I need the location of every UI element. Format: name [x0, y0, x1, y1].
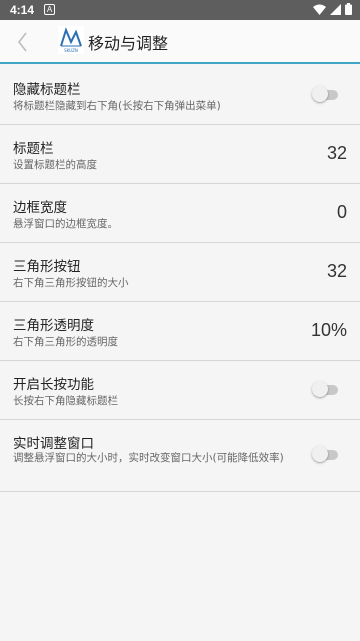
page-title: 移动与调整	[88, 34, 169, 53]
setting-title: 三角形透明度	[13, 318, 94, 334]
setting-value: 32	[326, 143, 347, 163]
setting-title: 标题栏	[13, 141, 54, 157]
setting-value: 0	[336, 202, 347, 222]
app-logo-icon: SKUZN	[58, 26, 84, 54]
status-time: 4:14	[10, 3, 35, 17]
battery-icon	[345, 3, 352, 15]
setting-subtitle: 将标题栏隐藏到右下角(长按右下角弹出菜单)	[13, 100, 221, 112]
status-bar: 4:14 A	[0, 0, 360, 20]
long-press-toggle[interactable]	[312, 381, 340, 397]
setting-value: 10%	[310, 320, 347, 340]
setting-subtitle: 悬浮窗口的边框宽度。	[13, 218, 118, 230]
setting-title: 开启长按功能	[13, 377, 94, 393]
status-icons	[313, 3, 352, 15]
signal-icon	[330, 3, 341, 15]
app-bar: SKUZN 移动与调整	[0, 20, 360, 64]
setting-title: 实时调整窗口	[13, 436, 94, 452]
setting-subtitle: 设置标题栏的高度	[13, 159, 97, 171]
setting-value: 32	[326, 261, 347, 281]
setting-long-press[interactable]: 开启长按功能 长按右下角隐藏标题栏	[0, 361, 360, 420]
setting-title: 隐藏标题栏	[13, 82, 81, 98]
setting-realtime-resize[interactable]: 实时调整窗口 调整悬浮窗口的大小时，实时改变窗口大小(可能降低效率)	[0, 420, 360, 492]
setting-titlebar-height[interactable]: 标题栏 设置标题栏的高度 32	[0, 125, 360, 184]
setting-title: 三角形按钮	[13, 259, 81, 275]
realtime-resize-toggle[interactable]	[312, 446, 340, 462]
settings-list: 隐藏标题栏 将标题栏隐藏到右下角(长按右下角弹出菜单) 标题栏 设置标题栏的高度…	[0, 66, 360, 492]
setting-border-width[interactable]: 边框宽度 悬浮窗口的边框宽度。 0	[0, 184, 360, 243]
logo-text: SKUZN	[64, 48, 78, 53]
setting-subtitle: 调整悬浮窗口的大小时，实时改变窗口大小(可能降低效率)	[13, 452, 284, 464]
wifi-icon	[313, 4, 326, 15]
setting-hide-titlebar[interactable]: 隐藏标题栏 将标题栏隐藏到右下角(长按右下角弹出菜单)	[0, 66, 360, 125]
setting-subtitle: 长按右下角隐藏标题栏	[13, 395, 118, 407]
hide-titlebar-toggle[interactable]	[312, 86, 340, 102]
setting-subtitle: 右下角三角形按钮的大小	[13, 277, 129, 289]
setting-triangle-button[interactable]: 三角形按钮 右下角三角形按钮的大小 32	[0, 243, 360, 302]
back-chevron-icon[interactable]	[12, 28, 36, 56]
setting-title: 边框宽度	[13, 200, 67, 216]
notification-icon: A	[44, 4, 55, 15]
setting-subtitle: 右下角三角形的透明度	[13, 336, 118, 348]
setting-triangle-opacity[interactable]: 三角形透明度 右下角三角形的透明度 10%	[0, 302, 360, 361]
